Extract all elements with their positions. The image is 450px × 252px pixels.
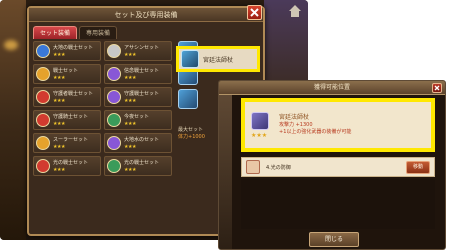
popup-empty-area <box>241 179 435 229</box>
close-popup-button[interactable]: 閉じる <box>309 232 359 247</box>
acquisition-location: 4.光の防御 移動 <box>241 157 435 177</box>
tab-bar: セット装備 専用装備 <box>33 26 118 39</box>
staff-icon <box>181 50 199 68</box>
set-list: 大地の戦士セット ★★★ アサシンセット ★★★ 戦士セット ★★★ 信念戦士セ… <box>33 41 173 179</box>
stage-gate-icon <box>246 160 260 174</box>
side-panel <box>219 95 232 249</box>
item-stat: 攻撃力 +1300 <box>279 122 313 128</box>
scene-background-left <box>0 0 26 240</box>
list-item[interactable]: 守護者戦士セット ★★★ <box>33 87 101 107</box>
list-item[interactable]: 戦士セット ★★★ <box>33 64 101 84</box>
list-item[interactable]: 信念戦士セット ★★★ <box>104 64 172 84</box>
item-stars: ★★★ <box>251 132 268 139</box>
staff-icon[interactable] <box>178 89 198 109</box>
dialog-title: セット及び専用装備 <box>29 8 263 22</box>
tab-exclusive-equipment[interactable]: 専用装備 <box>79 26 118 39</box>
list-item[interactable]: スーラーセット ★★★ <box>33 133 101 153</box>
home-button[interactable] <box>286 2 304 20</box>
scene-light <box>4 40 18 50</box>
location-name: 4.光の防御 <box>266 165 291 171</box>
list-item[interactable]: 光の戦士セット ★★★ <box>33 156 101 176</box>
list-item[interactable]: 光の戦士セット ★★★ <box>104 156 172 176</box>
item-info-card: ★★★ 宮廷法師杖 攻撃力 +1300 +1以上の強化武器の装備が可能 <box>241 98 435 152</box>
gem-icon <box>107 67 121 81</box>
move-button[interactable]: 移動 <box>406 161 430 174</box>
highlighted-set-piece[interactable]: 宮廷法師杖 <box>176 46 260 72</box>
gem-icon <box>107 159 121 173</box>
home-icon <box>289 5 301 17</box>
gem-icon <box>36 90 50 104</box>
list-item[interactable]: 守護騎士セット ★★★ <box>33 110 101 130</box>
gem-icon <box>107 44 121 58</box>
close-icon <box>434 85 440 91</box>
gem-icon <box>36 159 50 173</box>
list-item[interactable]: 大地水のセット ★★★ <box>104 133 172 153</box>
list-item[interactable]: 守護戦士セット ★★★ <box>104 87 172 107</box>
gem-icon <box>36 44 50 58</box>
gem-icon <box>107 136 121 150</box>
close-icon <box>250 8 259 17</box>
popup-close-button[interactable] <box>432 83 442 93</box>
list-item[interactable]: 今夜セット ★★★ <box>104 110 172 130</box>
gem-icon <box>36 67 50 81</box>
item-description: +1以上の強化武器の装備が可能 <box>279 129 352 135</box>
staff-icon <box>251 112 269 130</box>
close-button[interactable] <box>247 5 262 20</box>
gem-icon <box>107 113 121 127</box>
list-item[interactable]: 大地の戦士セット ★★★ <box>33 41 101 61</box>
acquisition-screenshot: 獲得可能位置 ★★★ 宮廷法師杖 攻撃力 +1300 +1以上の強化武器の装備が… <box>218 80 446 250</box>
popup-title: 獲得可能位置 <box>219 81 445 95</box>
gem-icon <box>107 90 121 104</box>
gem-icon <box>36 136 50 150</box>
item-name: 宮廷法師杖 <box>279 114 310 121</box>
gem-icon <box>36 113 50 127</box>
tab-set-equipment[interactable]: セット装備 <box>33 26 78 39</box>
list-item[interactable]: アサシンセット ★★★ <box>104 41 172 61</box>
